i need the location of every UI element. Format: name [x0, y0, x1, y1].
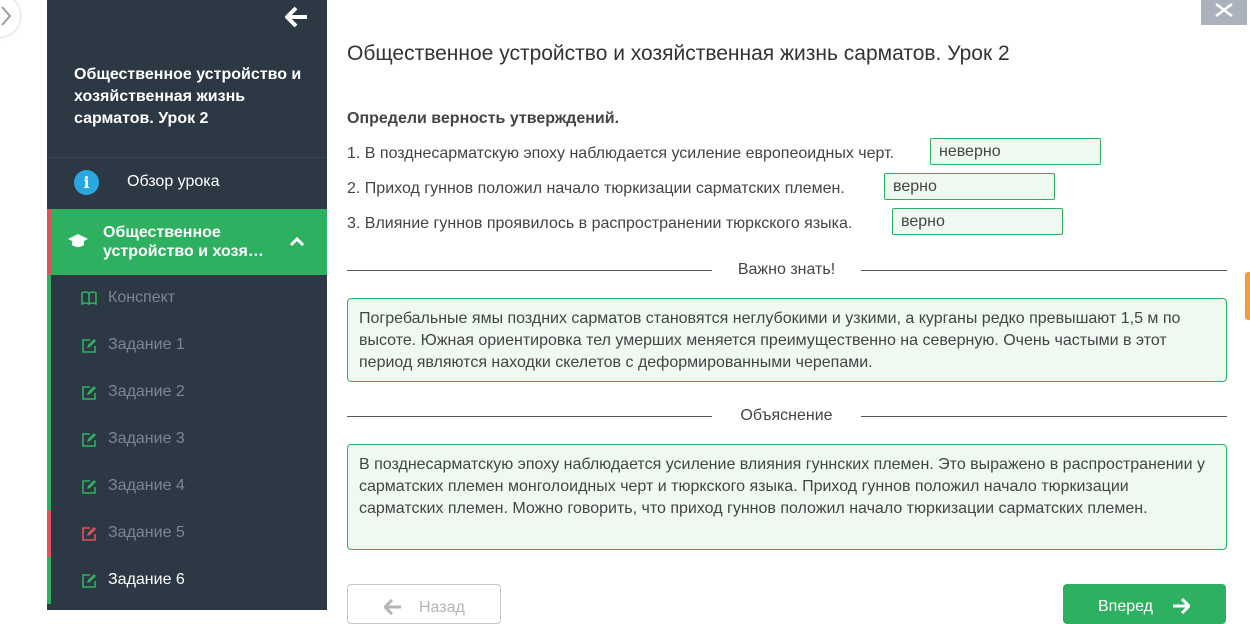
- edit-icon: [82, 386, 96, 400]
- divider-line: [347, 416, 712, 417]
- sidebar-item-konspekt[interactable]: Конспект: [47, 275, 327, 322]
- status-bar: [47, 322, 51, 369]
- sidebar-item-label: Задание 2: [108, 383, 185, 400]
- important-box: Погребальные ямы поздних сарматов станов…: [347, 298, 1227, 382]
- status-bar: [47, 463, 51, 510]
- edit-icon: [82, 574, 96, 588]
- task-heading: Определи верность утверждений.: [347, 110, 620, 127]
- sidebar-item-label: Задание 3: [108, 430, 185, 447]
- next-button-label: Вперед: [1098, 598, 1154, 615]
- lesson-sidebar: Общественное устройство и хозяйственная …: [47, 0, 327, 610]
- sidebar-item-label: Задание 4: [108, 477, 185, 494]
- sidebar-item-task-5[interactable]: Задание 5: [47, 510, 327, 557]
- expand-panel-button[interactable]: [0, 0, 20, 37]
- sidebar-item-label: Задание 5: [108, 524, 185, 541]
- lesson-title: Общественное устройство и хозяйственная …: [74, 66, 302, 127]
- explanation-heading: Объяснение: [740, 407, 833, 424]
- sidebar-item-label: Задание 1: [108, 336, 185, 353]
- edit-icon: [82, 480, 96, 494]
- fullscreen-button[interactable]: [1201, 0, 1247, 25]
- status-bar: [47, 557, 51, 604]
- sidebar-item-task-2[interactable]: Задание 2: [47, 369, 327, 416]
- back-arrow-icon[interactable]: [285, 6, 309, 28]
- explanation-box: В позднесарматскую эпоху наблюдается уси…: [347, 444, 1227, 550]
- statement-2: 2. Приход гуннов положил начало тюркизац…: [347, 180, 845, 197]
- divider-line: [861, 270, 1227, 271]
- status-bar: [47, 416, 51, 463]
- sidebar-section-label: Общественное устройство и хозя…: [103, 224, 264, 260]
- status-bar: [47, 275, 51, 322]
- sidebar-item-task-6[interactable]: Задание 6: [47, 557, 327, 604]
- sidebar-item-label: Конспект: [108, 289, 176, 306]
- chevron-up-icon[interactable]: [289, 236, 305, 247]
- important-divider: Важно знать!: [347, 261, 1227, 281]
- divider-line: [347, 270, 712, 271]
- sidebar-item-task-1[interactable]: Задание 1: [47, 322, 327, 369]
- answer-field-1[interactable]: неверно: [930, 138, 1101, 165]
- edit-icon: [82, 433, 96, 447]
- page-title: Общественное устройство и хозяйственная …: [347, 42, 1010, 65]
- main-content: Общественное устройство и хозяйственная …: [347, 0, 1227, 624]
- answer-field-3[interactable]: верно: [892, 208, 1063, 235]
- graduation-cap-icon: [68, 234, 88, 247]
- next-button[interactable]: Вперед: [1063, 584, 1226, 624]
- divider-line: [861, 416, 1227, 417]
- explanation-divider: Объяснение: [347, 407, 1227, 427]
- expand-icon: [1215, 3, 1233, 17]
- book-icon: [81, 291, 97, 305]
- left-gutter: [0, 0, 47, 610]
- sidebar-item-task-4[interactable]: Задание 4: [47, 463, 327, 510]
- edit-icon: [82, 339, 96, 353]
- scroll-indicator[interactable]: [1245, 272, 1250, 320]
- back-button-label: Назад: [419, 599, 465, 616]
- sidebar-item-label: Задание 6: [108, 571, 185, 588]
- sidebar-item-task-3[interactable]: Задание 3: [47, 416, 327, 463]
- back-button[interactable]: Назад: [347, 584, 501, 624]
- sidebar-item-label: Обзор урока: [127, 173, 220, 190]
- info-icon: i: [74, 170, 99, 195]
- sidebar-section-active[interactable]: Общественное устройство и хозя…: [47, 209, 327, 275]
- status-bar: [47, 510, 51, 557]
- arrow-right-icon: [1173, 598, 1190, 614]
- edit-icon: [82, 527, 96, 541]
- arrow-left-icon: [384, 599, 401, 615]
- status-bar: [47, 209, 51, 275]
- statement-1: 1. В позднесарматскую эпоху наблюдается …: [347, 145, 895, 162]
- chevron-right-icon: [1, 6, 12, 26]
- status-bar: [47, 369, 51, 416]
- answer-field-2[interactable]: верно: [884, 173, 1055, 200]
- statement-3: 3. Влияние гуннов проявилось в распростр…: [347, 215, 853, 232]
- sidebar-item-overview[interactable]: i Обзор урока: [47, 157, 327, 207]
- important-heading: Важно знать!: [737, 261, 836, 278]
